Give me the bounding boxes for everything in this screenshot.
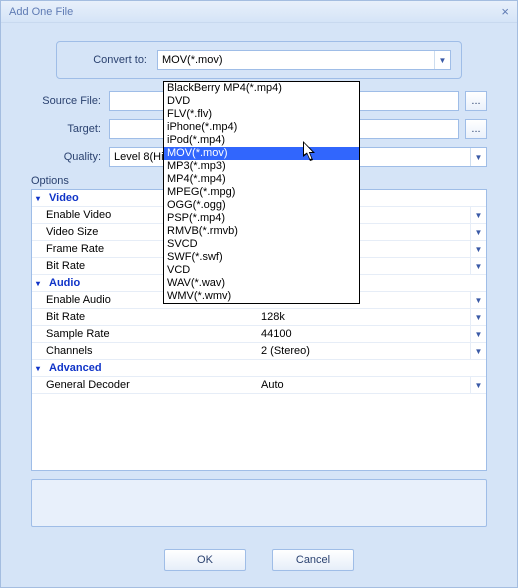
button-bar: OK Cancel <box>11 549 507 571</box>
collapse-icon[interactable]: ▾ <box>36 364 47 373</box>
dialog-window: Add One File × Convert to: MOV(*.mov) ▼ … <box>0 0 518 588</box>
chevron-down-icon[interactable]: ▼ <box>470 258 486 274</box>
property-value: Auto <box>257 377 470 393</box>
group-video-title: Video <box>49 192 79 204</box>
format-option[interactable]: MOV(*.mov) <box>164 147 359 160</box>
property-row[interactable]: Bit Rate128k▼ <box>32 309 486 326</box>
title-text: Add One File <box>9 1 73 23</box>
format-option[interactable]: MP3(*.mp3) <box>164 160 359 173</box>
property-key: Bit Rate <box>32 311 257 323</box>
format-option[interactable]: WAV(*.wav) <box>164 277 359 290</box>
convert-combo[interactable]: MOV(*.mov) ▼ <box>157 50 451 70</box>
preview-panel <box>31 479 487 527</box>
ok-button[interactable]: OK <box>164 549 246 571</box>
format-option[interactable]: iPod(*.mp4) <box>164 134 359 147</box>
format-option[interactable]: iPhone(*.mp4) <box>164 121 359 134</box>
convert-dropdown-list[interactable]: BlackBerry MP4(*.mp4)DVDFLV(*.flv)iPhone… <box>163 81 360 304</box>
format-option[interactable]: SWF(*.swf) <box>164 251 359 264</box>
format-option[interactable]: OGG(*.ogg) <box>164 199 359 212</box>
collapse-icon[interactable]: ▾ <box>36 279 47 288</box>
chevron-down-icon[interactable]: ▼ <box>470 377 486 393</box>
property-key: Sample Rate <box>32 328 257 340</box>
chevron-down-icon[interactable]: ▼ <box>470 148 486 166</box>
property-value: 44100 <box>257 326 470 342</box>
quality-label: Quality: <box>31 151 101 163</box>
close-icon[interactable]: × <box>501 1 509 23</box>
property-key: General Decoder <box>32 379 257 391</box>
chevron-down-icon[interactable]: ▼ <box>470 241 486 257</box>
convert-section: Convert to: MOV(*.mov) ▼ <box>56 41 462 79</box>
format-option[interactable]: MPEG(*.mpg) <box>164 186 359 199</box>
format-option[interactable]: RMVB(*.rmvb) <box>164 225 359 238</box>
property-row[interactable]: General DecoderAuto▼ <box>32 377 486 394</box>
group-advanced[interactable]: ▾ Advanced <box>32 360 486 377</box>
chevron-down-icon[interactable]: ▼ <box>470 309 486 325</box>
format-option[interactable]: MP4(*.mp4) <box>164 173 359 186</box>
target-label: Target: <box>31 123 101 135</box>
format-option[interactable]: PSP(*.mp4) <box>164 212 359 225</box>
convert-label: Convert to: <box>67 54 147 66</box>
chevron-down-icon[interactable]: ▼ <box>470 326 486 342</box>
chevron-down-icon[interactable]: ▼ <box>434 51 450 69</box>
titlebar: Add One File × <box>1 1 517 23</box>
convert-value: MOV(*.mov) <box>158 54 434 66</box>
format-option[interactable]: BlackBerry MP4(*.mp4) <box>164 82 359 95</box>
property-value: 2 (Stereo) <box>257 343 470 359</box>
chevron-down-icon[interactable]: ▼ <box>470 292 486 308</box>
source-label: Source File: <box>31 95 101 107</box>
property-value: 128k <box>257 309 470 325</box>
chevron-down-icon[interactable]: ▼ <box>470 207 486 223</box>
group-audio-title: Audio <box>49 277 80 289</box>
format-option[interactable]: VCD <box>164 264 359 277</box>
property-row[interactable]: Channels2 (Stereo)▼ <box>32 343 486 360</box>
group-advanced-title: Advanced <box>49 362 102 374</box>
property-row[interactable]: Sample Rate44100▼ <box>32 326 486 343</box>
cancel-button[interactable]: Cancel <box>272 549 354 571</box>
format-option[interactable]: DVD <box>164 95 359 108</box>
property-key: Channels <box>32 345 257 357</box>
chevron-down-icon[interactable]: ▼ <box>470 224 486 240</box>
chevron-down-icon[interactable]: ▼ <box>470 343 486 359</box>
collapse-icon[interactable]: ▾ <box>36 194 47 203</box>
format-option[interactable]: SVCD <box>164 238 359 251</box>
target-browse-button[interactable]: ... <box>465 119 487 139</box>
format-option[interactable]: WMV(*.wmv) <box>164 290 359 303</box>
source-browse-button[interactable]: ... <box>465 91 487 111</box>
format-option[interactable]: FLV(*.flv) <box>164 108 359 121</box>
